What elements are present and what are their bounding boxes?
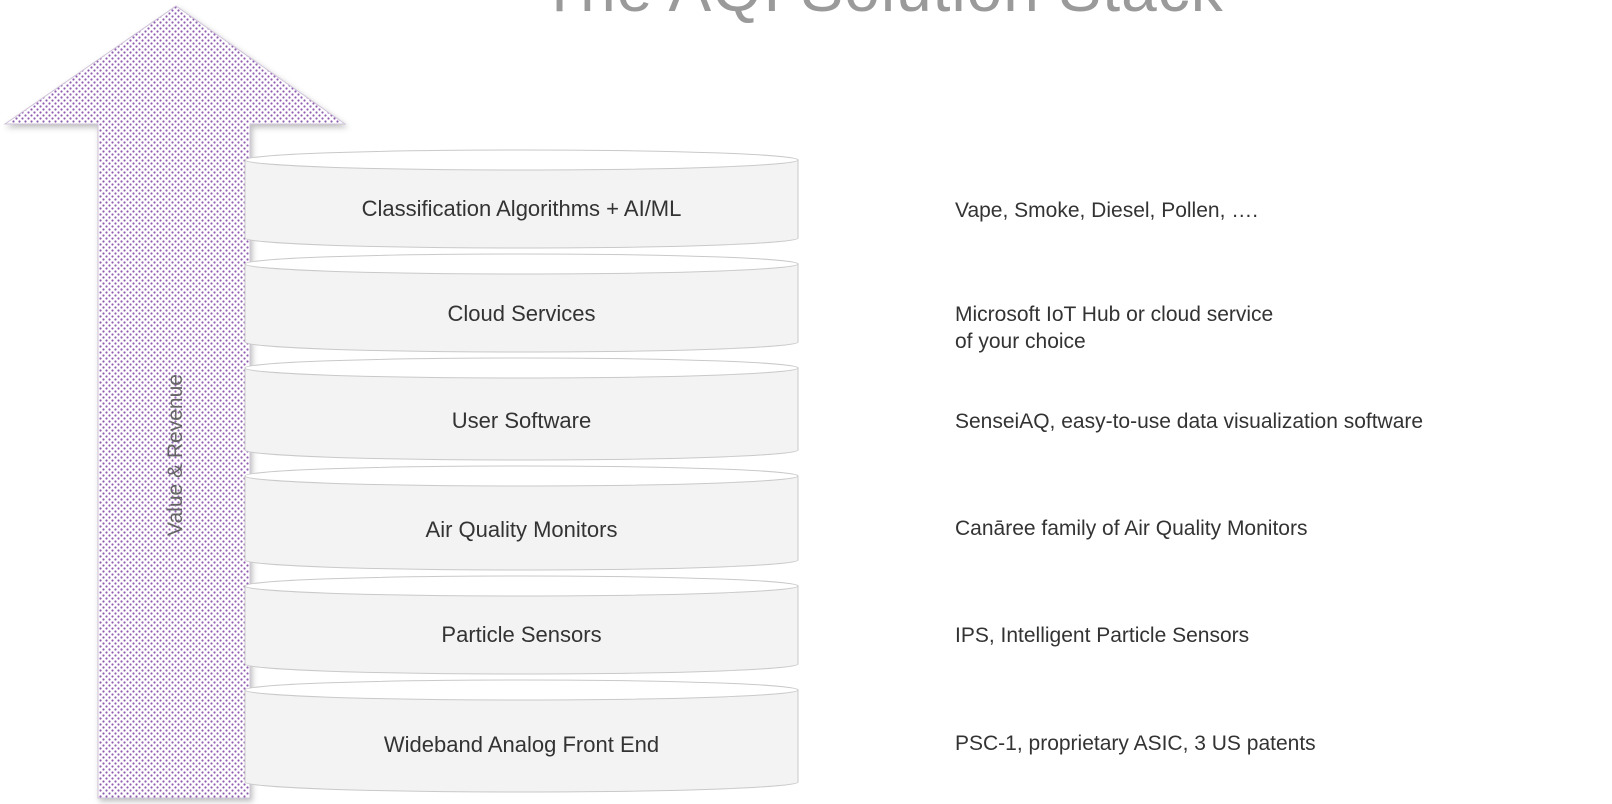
arrow-label: Value & Revenue [164,374,187,536]
layer-particle-sensors: Particle Sensors [244,575,799,676]
slide-title: The AQI Solution Stack [540,0,1600,26]
layer-classification: Classification Algorithms + AI/ML [244,149,799,250]
layer-user-software: User Software [244,357,799,462]
layer-description-cloud-services: Microsoft IoT Hub or cloud service of yo… [955,303,1274,353]
layer-description-wideband-afe: PSC-1, proprietary ASIC, 3 US patents [955,732,1316,755]
layer-label: Cloud Services [447,301,596,326]
layer-description-user-software: SenseiAQ, easy-to-use data visualization… [955,410,1424,433]
layer-label: User Software [451,408,592,433]
layer-label: Classification Algorithms + AI/ML [361,196,682,221]
layer-description-particle-sensors: IPS, Intelligent Particle Sensors [955,624,1250,647]
layer-label: Air Quality Monitors [425,517,618,542]
layer-air-quality-monitors: Air Quality Monitors [244,465,799,572]
layer-label: Particle Sensors [441,622,602,647]
layer-label: Wideband Analog Front End [383,732,660,757]
layer-description-air-quality-monitors: Canāree family of Air Quality Monitors [955,517,1308,540]
layer-wideband-afe: Wideband Analog Front End [244,679,799,794]
layer-description-classification: Vape, Smoke, Diesel, Pollen, …. [955,199,1259,222]
layer-cloud-services: Cloud Services [244,253,799,354]
